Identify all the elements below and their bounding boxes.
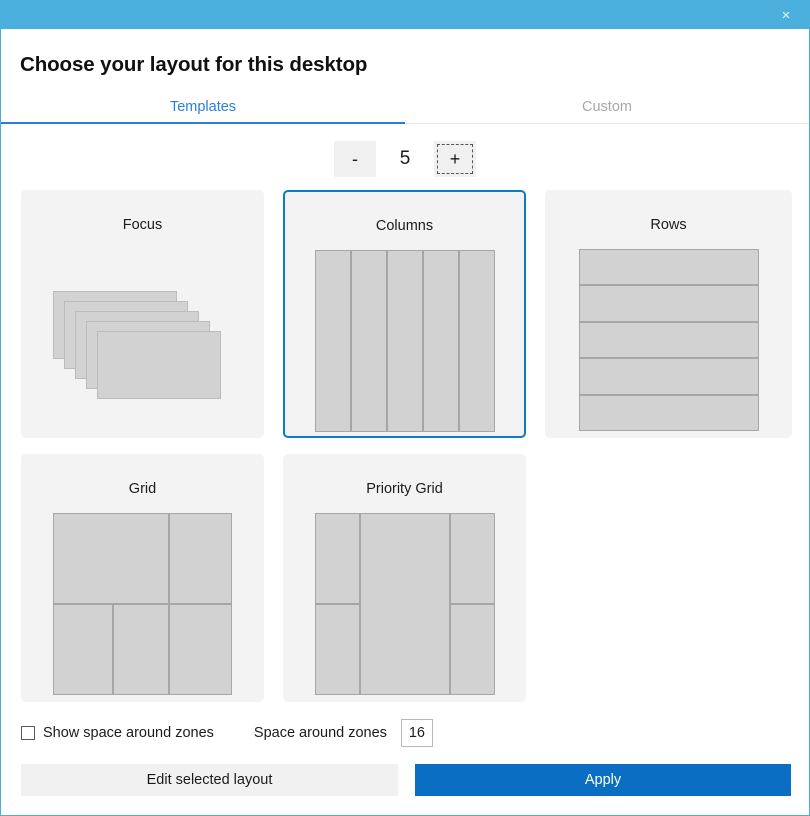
- layout-card-title: Focus: [122, 217, 163, 233]
- layout-card-columns[interactable]: Columns: [283, 190, 526, 438]
- close-icon[interactable]: ×: [763, 1, 809, 29]
- zone-count-stepper: - 5 +: [1, 140, 809, 178]
- layout-card-focus[interactable]: Focus: [21, 190, 264, 438]
- apply-button[interactable]: Apply: [415, 764, 791, 796]
- empty-slot: [545, 454, 792, 702]
- priority-grid-preview: [314, 513, 495, 695]
- focus-preview: [52, 249, 233, 431]
- layout-card-title: Priority Grid: [366, 481, 443, 497]
- edit-selected-layout-button[interactable]: Edit selected layout: [21, 764, 398, 796]
- page-title: Choose your layout for this desktop: [20, 53, 368, 76]
- rows-preview: [578, 249, 759, 431]
- tab-bar: Templates Custom: [1, 93, 809, 124]
- decrement-zones-button[interactable]: -: [334, 141, 376, 177]
- options-row: Show space around zones Space around zon…: [21, 719, 809, 747]
- zones-layout-dialog: × Choose your layout for this desktop Te…: [0, 0, 810, 816]
- tab-templates[interactable]: Templates: [1, 93, 405, 124]
- increment-zones-button[interactable]: +: [434, 141, 476, 177]
- tab-custom[interactable]: Custom: [405, 93, 809, 123]
- layout-card-rows[interactable]: Rows: [545, 190, 792, 438]
- space-around-zones-label: Space around zones: [253, 725, 387, 741]
- space-around-zones-input[interactable]: [400, 719, 433, 747]
- layout-card-title: Columns: [375, 218, 434, 234]
- action-buttons: Edit selected layout Apply: [21, 764, 791, 796]
- layout-card-priority-grid[interactable]: Priority Grid: [283, 454, 526, 702]
- columns-preview: [314, 250, 495, 432]
- zone-count-value: 5: [399, 148, 411, 169]
- title-bar: ×: [1, 1, 809, 29]
- dialog-body: Choose your layout for this desktop Temp…: [1, 29, 809, 815]
- show-space-around-zones-checkbox[interactable]: [21, 726, 35, 740]
- layout-card-title: Grid: [128, 481, 157, 497]
- grid-preview: [52, 513, 233, 695]
- layout-templates-grid: Focus Columns Rows Grid Priority Grid: [21, 190, 792, 702]
- show-space-around-zones-label: Show space around zones: [43, 725, 214, 741]
- layout-card-title: Rows: [650, 217, 687, 233]
- layout-card-grid[interactable]: Grid: [21, 454, 264, 702]
